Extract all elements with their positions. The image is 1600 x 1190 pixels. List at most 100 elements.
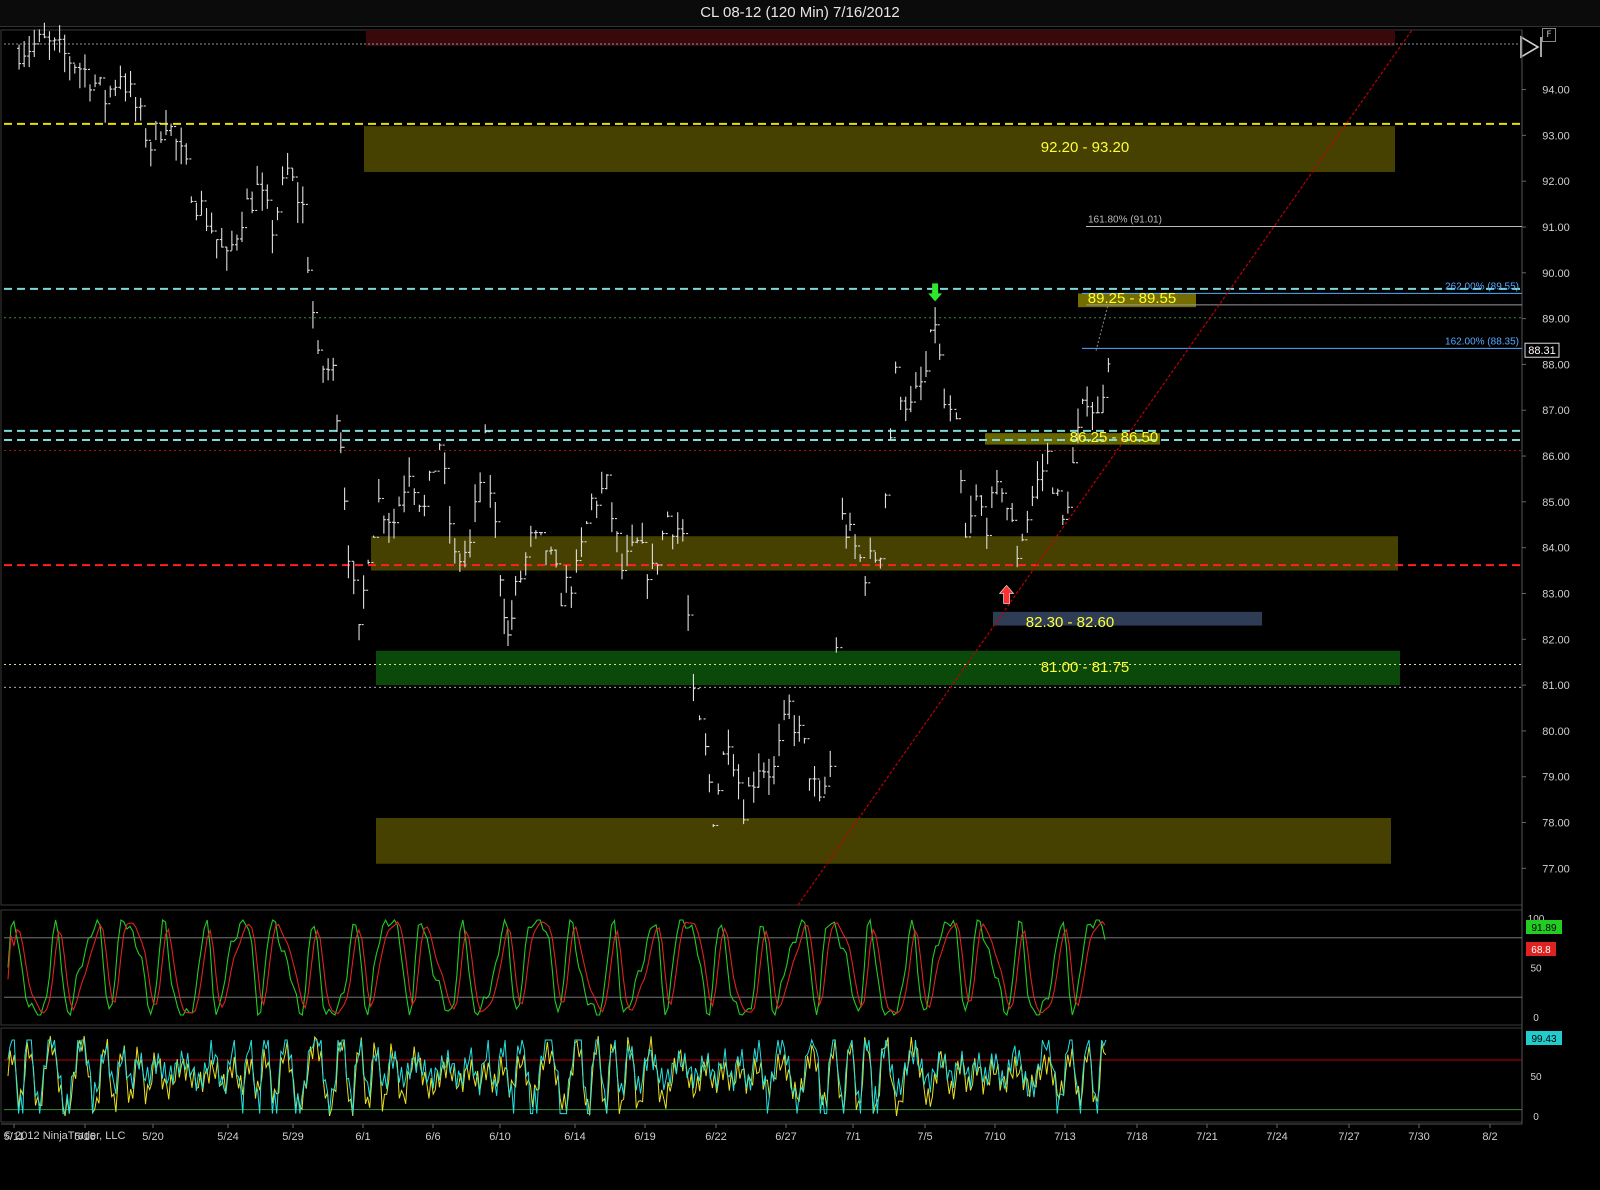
price-bar bbox=[589, 493, 594, 524]
price-bar bbox=[1095, 396, 1100, 414]
price-bar bbox=[174, 125, 179, 161]
price-bar bbox=[93, 74, 98, 91]
price-y-tick-label: 78.00 bbox=[1542, 818, 1570, 830]
price-bar bbox=[840, 497, 845, 649]
price-bar bbox=[908, 385, 913, 413]
price-bar bbox=[184, 143, 189, 165]
price-bar bbox=[1085, 386, 1090, 417]
price-bar bbox=[761, 762, 766, 779]
price-y-tick-label: 92.00 bbox=[1542, 176, 1570, 188]
price-bar bbox=[924, 351, 928, 383]
band-label-1: 89.25 - 89.55 bbox=[1088, 290, 1176, 307]
price-bar bbox=[968, 495, 973, 538]
price-bar bbox=[381, 497, 386, 534]
copyright-notice: © 2012 NinjaTrader, LLC bbox=[4, 1130, 126, 1142]
x-tick-label: 7/10 bbox=[984, 1131, 1005, 1143]
price-bar bbox=[357, 579, 362, 641]
price-bar bbox=[1106, 357, 1111, 398]
price-bar bbox=[229, 230, 234, 252]
price-y-tick-label: 88.00 bbox=[1542, 359, 1570, 371]
band-label-4: 82.30 - 82.60 bbox=[1026, 614, 1114, 631]
price-bar bbox=[234, 234, 239, 251]
price-bar bbox=[928, 329, 933, 372]
price-bar bbox=[270, 199, 275, 254]
band-label-0: 92.20 - 93.20 bbox=[1041, 139, 1129, 156]
price-bar bbox=[148, 139, 153, 167]
last-price-label: 88.31 bbox=[1528, 345, 1556, 357]
x-tick-label: 6/6 bbox=[425, 1131, 440, 1143]
oscillator-value-label: 99.43 bbox=[1531, 1034, 1556, 1045]
price-bar bbox=[1000, 481, 1004, 503]
oscillator-panel-frame bbox=[0, 1027, 1523, 1123]
price-bar bbox=[948, 395, 953, 422]
price-bar bbox=[797, 715, 802, 742]
price-bar bbox=[427, 470, 432, 507]
x-tick-label: 6/10 bbox=[489, 1131, 510, 1143]
x-tick-label: 6/27 bbox=[775, 1131, 796, 1143]
price-bar bbox=[158, 122, 163, 143]
price-bar bbox=[412, 475, 417, 506]
x-tick-label: 7/27 bbox=[1338, 1131, 1359, 1143]
price-bar bbox=[397, 496, 402, 524]
price-bar bbox=[937, 324, 942, 360]
price-y-tick-label: 84.00 bbox=[1542, 543, 1570, 555]
price-bar bbox=[1101, 384, 1106, 414]
price-bar bbox=[219, 228, 224, 248]
price-bar bbox=[772, 756, 776, 785]
price-bar bbox=[736, 764, 741, 800]
stochastics-y-tick-label: 50 bbox=[1530, 964, 1542, 975]
price-y-tick-label: 87.00 bbox=[1542, 405, 1570, 417]
price-bar bbox=[17, 44, 22, 70]
price-bar bbox=[250, 191, 255, 214]
price-bar bbox=[756, 753, 761, 788]
oscillator-y-tick-label: 50 bbox=[1530, 1072, 1542, 1083]
price-bar bbox=[506, 617, 510, 647]
price-y-tick-label: 79.00 bbox=[1542, 772, 1570, 784]
price-bar bbox=[133, 83, 138, 122]
price-bar bbox=[240, 211, 244, 243]
price-bar bbox=[604, 474, 609, 490]
x-tick-label: 6/22 bbox=[705, 1131, 726, 1143]
price-y-tick-label: 94.00 bbox=[1542, 85, 1570, 97]
price-bar bbox=[918, 366, 923, 401]
price-bar bbox=[828, 750, 833, 787]
price-bar bbox=[47, 31, 52, 60]
price-bar bbox=[942, 354, 947, 409]
price-bar bbox=[72, 62, 77, 74]
stochastics-value-label: 68.8 bbox=[1531, 945, 1551, 956]
price-bar bbox=[417, 492, 422, 512]
price-bar bbox=[913, 372, 918, 403]
price-bar bbox=[402, 475, 407, 513]
price-y-tick-label: 89.00 bbox=[1542, 314, 1570, 326]
price-bar bbox=[665, 511, 670, 535]
price-bar bbox=[903, 396, 908, 422]
x-tick-label: 8/2 bbox=[1482, 1131, 1497, 1143]
price-bar bbox=[513, 575, 518, 619]
oscillator-y-tick-label: 0 bbox=[1533, 1112, 1539, 1123]
price-bar bbox=[361, 575, 366, 626]
price-bar bbox=[67, 52, 72, 81]
price-bar bbox=[963, 480, 968, 538]
stochastics-value-label: 91.89 bbox=[1531, 923, 1556, 934]
x-tick-label: 5/29 bbox=[282, 1131, 303, 1143]
price-bar bbox=[37, 29, 42, 45]
price-bar bbox=[1050, 450, 1055, 494]
x-tick-label: 6/19 bbox=[634, 1131, 655, 1143]
price-bar bbox=[898, 366, 903, 411]
price-y-tick-label: 80.00 bbox=[1542, 726, 1570, 738]
price-bar bbox=[214, 230, 219, 259]
price-bar bbox=[153, 120, 158, 151]
price-bar bbox=[478, 472, 483, 503]
price-bar bbox=[88, 68, 92, 102]
price-bar bbox=[351, 560, 356, 595]
x-tick-label: 7/5 bbox=[917, 1131, 932, 1143]
price-bar bbox=[57, 25, 62, 53]
chart-canvas[interactable]: 92.20 - 93.20 89.25 - 89.55 86.25 - 86.50 8… bbox=[0, 0, 1600, 1190]
price-y-tick-label: 83.00 bbox=[1542, 588, 1570, 600]
price-bar bbox=[204, 200, 209, 232]
price-bar bbox=[1035, 461, 1040, 500]
price-bar bbox=[245, 188, 250, 229]
price-bar bbox=[954, 408, 959, 420]
price-bar bbox=[98, 76, 103, 86]
price-bar bbox=[194, 200, 199, 221]
